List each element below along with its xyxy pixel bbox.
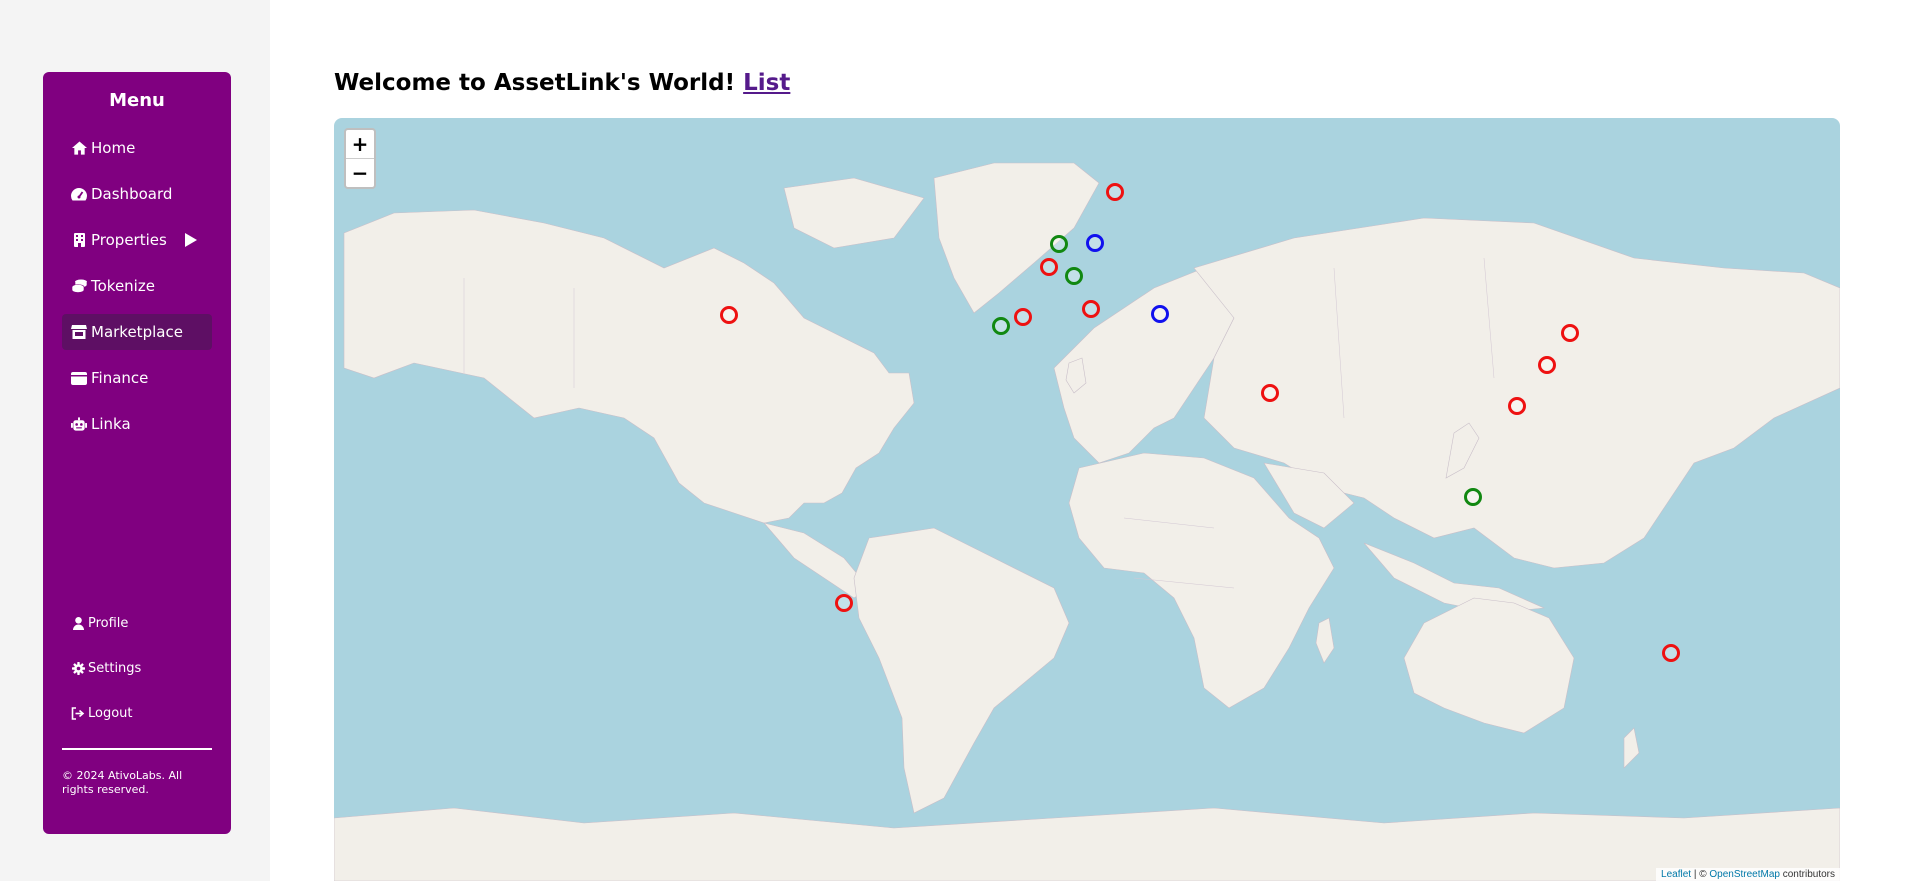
map-marker-red[interactable] (1561, 323, 1580, 342)
sidebar-item-label: Settings (88, 660, 142, 676)
sidebar-item-settings[interactable]: Settings (62, 654, 212, 682)
building-icon (71, 232, 87, 248)
sidebar-item-finance[interactable]: Finance (62, 360, 212, 396)
map-marker-red[interactable] (1507, 397, 1526, 416)
logout-icon (71, 706, 85, 720)
map-marker-red[interactable] (1538, 355, 1557, 374)
list-link[interactable]: List (743, 70, 790, 96)
sidebar-item-label: Finance (91, 369, 149, 387)
sidebar-item-home[interactable]: Home (62, 130, 212, 166)
map-marker-green[interactable] (1050, 234, 1069, 253)
sidebar: Menu Home Dashboard Properties Tokenize … (43, 72, 231, 834)
attribution-separator: | © (1691, 869, 1710, 880)
sidebar-item-profile[interactable]: Profile (62, 609, 212, 637)
sidebar-item-label: Marketplace (91, 323, 183, 341)
sidebar-item-label: Properties (91, 231, 167, 249)
wallet-icon (71, 370, 87, 386)
sidebar-item-linka[interactable]: Linka (62, 406, 212, 442)
gauge-icon (71, 186, 87, 202)
zoom-in-button[interactable]: + (346, 130, 374, 158)
store-icon (71, 324, 87, 340)
sidebar-item-label: Logout (88, 705, 133, 721)
sidebar-item-properties[interactable]: Properties (62, 222, 212, 258)
sidebar-item-label: Tokenize (91, 277, 155, 295)
leaflet-link[interactable]: Leaflet (1661, 869, 1691, 880)
map-marker-green[interactable] (991, 317, 1010, 336)
zoom-out-button[interactable]: − (346, 158, 374, 187)
map-marker-red[interactable] (1039, 257, 1058, 276)
page-title: Welcome to AssetLink's World! List (334, 70, 790, 96)
home-icon (71, 140, 87, 156)
sidebar-item-label: Linka (91, 415, 131, 433)
gear-icon (71, 661, 85, 675)
world-map[interactable]: + − Leaflet | © OpenStreetMap contributo… (334, 118, 1840, 881)
sidebar-divider (62, 748, 212, 750)
map-marker-blue[interactable] (1085, 234, 1104, 253)
welcome-text: Welcome to AssetLink's World! (334, 70, 736, 96)
coins-icon (71, 278, 87, 294)
map-marker-red[interactable] (834, 594, 853, 613)
menu-title: Menu (109, 90, 165, 111)
zoom-control: + − (344, 128, 376, 189)
map-marker-red[interactable] (1082, 299, 1101, 318)
map-attribution: Leaflet | © OpenStreetMap contributors (1656, 868, 1840, 881)
map-tiles (334, 162, 1840, 881)
sidebar-item-label: Home (91, 139, 136, 157)
osm-link[interactable]: OpenStreetMap (1709, 869, 1780, 880)
caret-right-icon[interactable] (184, 233, 197, 247)
map-marker-red[interactable] (1105, 183, 1124, 202)
attribution-suffix: contributors (1779, 869, 1835, 880)
sidebar-item-dashboard[interactable]: Dashboard (62, 176, 212, 212)
sidebar-item-logout[interactable]: Logout (62, 699, 212, 727)
map-marker-green[interactable] (1464, 487, 1483, 506)
sidebar-item-label: Profile (88, 615, 129, 631)
sidebar-item-tokenize[interactable]: Tokenize (62, 268, 212, 304)
map-marker-blue[interactable] (1151, 304, 1170, 323)
robot-icon (71, 416, 87, 432)
sidebar-item-marketplace[interactable]: Marketplace (62, 314, 212, 350)
copyright-text: © 2024 AtivoLabs. All rights reserved. (62, 769, 183, 796)
sidebar-item-label: Dashboard (91, 185, 173, 203)
user-icon (71, 616, 85, 630)
